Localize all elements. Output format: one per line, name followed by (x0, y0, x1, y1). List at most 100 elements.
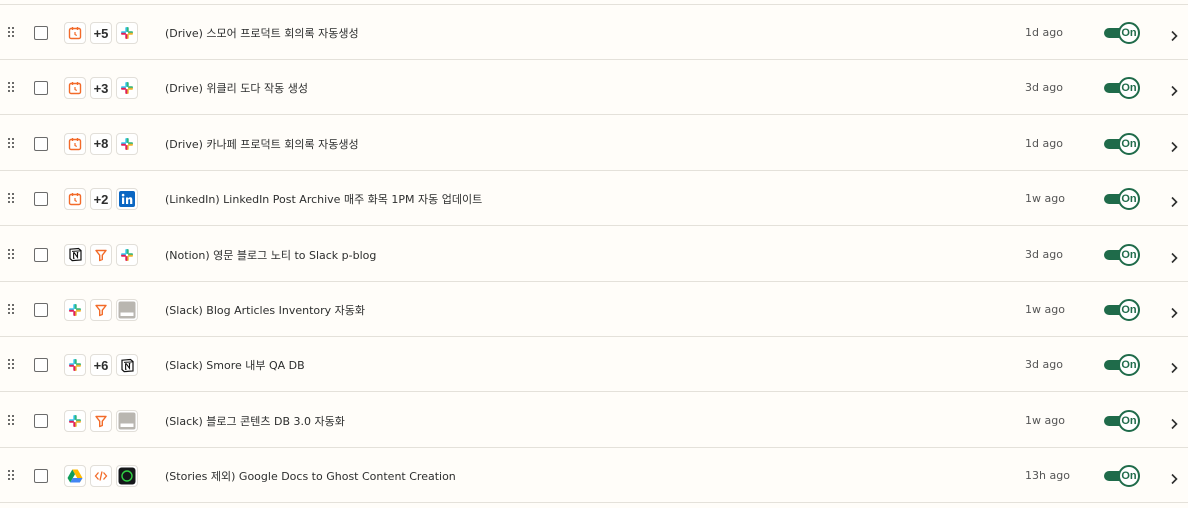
last-modified-time: 3d ago (1025, 247, 1063, 261)
chevron-right-icon[interactable] (1170, 359, 1178, 374)
linkedin-icon (116, 188, 138, 211)
zap-row[interactable]: (Notion) 영문 블로그 노티 to Slack p-blog 3d ago… (0, 227, 1188, 282)
zap-row[interactable]: +8 (Drive) 카나페 프로덕트 회의록 자동생성 1d ago On (0, 116, 1188, 171)
toggle-label: On (1118, 354, 1140, 377)
more-apps-count: +6 (90, 354, 112, 377)
row-checkbox[interactable] (34, 247, 48, 262)
table-icon (116, 409, 138, 432)
more-apps-count-label: +3 (93, 80, 109, 96)
status-toggle[interactable]: On (1104, 22, 1140, 44)
zap-title[interactable]: (Slack) 블로그 콘텐츠 DB 3.0 자동화 (165, 413, 345, 429)
chevron-right-icon[interactable] (1170, 304, 1178, 319)
toggle-label: On (1118, 299, 1140, 321)
zap-row[interactable]: +3 (Drive) 위클리 도다 작동 생성 3d ago On (0, 60, 1188, 116)
row-checkbox[interactable] (34, 303, 48, 317)
more-apps-count-label: +2 (93, 191, 109, 207)
last-modified-time: 1d ago (1025, 136, 1063, 150)
status-toggle[interactable]: On (1104, 243, 1140, 266)
notion-icon (116, 354, 138, 377)
zap-title[interactable]: (Drive) 위클리 도다 작동 생성 (165, 80, 308, 96)
zap-title[interactable]: (Drive) 카나페 프로덕트 회의록 자동생성 (165, 136, 359, 152)
toggle-label: On (1118, 243, 1140, 266)
last-modified-time: 1d ago (1025, 26, 1063, 39)
slack-icon (64, 409, 86, 432)
last-modified-time: 1w ago (1025, 192, 1065, 206)
last-modified-time: 1w ago (1025, 303, 1065, 316)
filter-icon (90, 299, 112, 321)
row-checkbox[interactable] (34, 413, 48, 428)
toggle-label: On (1118, 22, 1140, 44)
chevron-right-icon[interactable] (1170, 249, 1178, 263)
status-toggle[interactable]: On (1104, 299, 1140, 321)
slack-icon (116, 132, 138, 155)
chevron-right-icon[interactable] (1170, 470, 1178, 485)
status-toggle[interactable]: On (1104, 465, 1140, 488)
zap-row[interactable]: (Stories 제외) Google Docs to Ghost Conten… (0, 448, 1188, 504)
schedule-icon (64, 77, 86, 100)
schedule-icon (64, 22, 86, 44)
zap-title[interactable]: (Notion) 영문 블로그 노티 to Slack p-blog (165, 247, 376, 263)
schedule-icon (64, 188, 86, 211)
toggle-label: On (1118, 188, 1140, 211)
more-apps-count-label: +8 (93, 136, 109, 152)
more-apps-count-label: +5 (93, 25, 109, 41)
row-checkbox[interactable] (34, 358, 48, 373)
drag-handle-icon[interactable] (8, 304, 16, 316)
zap-row[interactable]: +5 (Drive) 스모어 프로덕트 회의록 자동생성 1d ago On (0, 5, 1188, 60)
drag-handle-icon[interactable] (8, 27, 16, 39)
row-checkbox[interactable] (34, 26, 48, 40)
zap-title[interactable]: (Drive) 스모어 프로덕트 회의록 자동생성 (165, 25, 359, 41)
toggle-label: On (1118, 132, 1140, 155)
notion-icon (64, 243, 86, 266)
zap-title[interactable]: (LinkedIn) LinkedIn Post Archive 매주 화목 1… (165, 191, 482, 207)
status-toggle[interactable]: On (1104, 132, 1140, 155)
drag-handle-icon[interactable] (8, 193, 16, 205)
last-modified-time: 13h ago (1025, 469, 1070, 483)
zap-row[interactable]: +2 (LinkedIn) LinkedIn Post Archive 매주 화목… (0, 171, 1188, 227)
zap-title[interactable]: (Stories 제외) Google Docs to Ghost Conten… (165, 468, 456, 484)
google-drive-icon (64, 465, 86, 488)
drag-handle-icon[interactable] (8, 82, 16, 94)
more-apps-count: +3 (90, 77, 112, 100)
last-modified-time: 3d ago (1025, 81, 1063, 95)
zap-row[interactable]: (Slack) 블로그 콘텐츠 DB 3.0 자동화 1w ago On (0, 393, 1188, 448)
zap-title[interactable]: (Slack) Smore 내부 QA DB (165, 357, 305, 373)
row-checkbox[interactable] (34, 192, 48, 207)
ghost-icon (116, 465, 138, 488)
filter-icon (90, 243, 112, 266)
chevron-right-icon[interactable] (1170, 193, 1178, 208)
chevron-right-icon[interactable] (1170, 27, 1178, 42)
more-apps-count: +5 (90, 22, 112, 44)
drag-handle-icon[interactable] (8, 470, 16, 482)
drag-handle-icon[interactable] (8, 414, 16, 427)
drag-handle-icon[interactable] (8, 359, 16, 371)
status-toggle[interactable]: On (1104, 354, 1140, 377)
status-toggle[interactable]: On (1104, 409, 1140, 432)
chevron-right-icon[interactable] (1170, 415, 1178, 429)
drag-handle-icon[interactable] (8, 248, 16, 261)
zap-title[interactable]: (Slack) Blog Articles Inventory 자동화 (165, 302, 365, 318)
zap-row[interactable]: (Slack) Blog Articles Inventory 자동화 1w ag… (0, 282, 1188, 337)
slack-icon (116, 243, 138, 266)
more-apps-count: +8 (90, 132, 112, 155)
slack-icon (116, 22, 138, 44)
row-checkbox[interactable] (34, 136, 48, 151)
last-modified-time: 3d ago (1025, 358, 1063, 372)
drag-handle-icon[interactable] (8, 137, 16, 150)
chevron-right-icon[interactable] (1170, 82, 1178, 97)
row-checkbox[interactable] (34, 81, 48, 96)
toggle-label: On (1118, 409, 1140, 432)
table-icon (116, 299, 138, 321)
chevron-right-icon[interactable] (1170, 138, 1178, 152)
toggle-label: On (1118, 77, 1140, 100)
row-checkbox[interactable] (34, 469, 48, 484)
zap-list: +5 (Drive) 스모어 프로덕트 회의록 자동생성 1d ago On +3 (Dr… (0, 0, 1188, 508)
code-icon (90, 465, 112, 488)
status-toggle[interactable]: On (1104, 77, 1140, 100)
filter-icon (90, 409, 112, 432)
more-apps-count: +2 (90, 188, 112, 211)
zap-row[interactable]: +6 (Slack) Smore 내부 QA DB 3d ago On (0, 337, 1188, 393)
more-apps-count-label: +6 (93, 357, 109, 373)
status-toggle[interactable]: On (1104, 188, 1140, 211)
slack-icon (64, 354, 86, 377)
